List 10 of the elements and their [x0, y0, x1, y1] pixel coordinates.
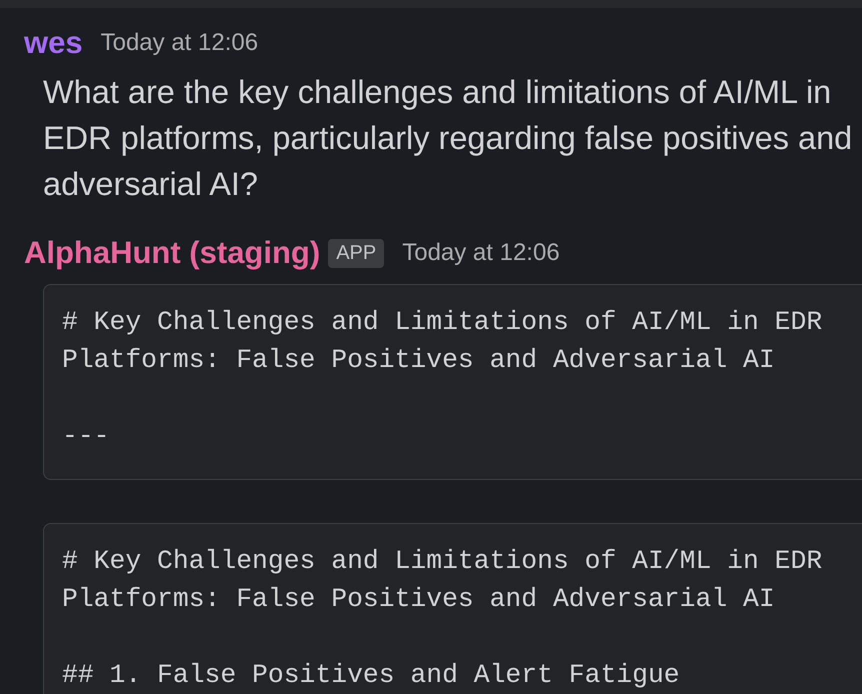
timestamp[interactable]: Today at 12:06 — [100, 29, 258, 57]
code-text: # Key Challenges and Limitations of AI/ML in EDR Platforms: False Positives and Adversarial AI — [62, 545, 824, 616]
code-text: ## 1. False Positives and Alert Fatigue — [62, 659, 681, 692]
author-name[interactable]: wes — [24, 25, 83, 61]
message-text: What are the key challenges and limitations of AI/ML in EDR platforms, particularly regarding false positives and adversarial AI? — [43, 73, 854, 204]
app-badge: APP — [328, 238, 384, 268]
code-text: --- — [62, 420, 111, 453]
author-name[interactable]: AlphaHunt (staging) — [24, 235, 320, 271]
timestamp[interactable]: Today at 12:06 — [402, 239, 560, 267]
code-text: # Key Challenges and Limitations of AI/ML in EDR Platforms: False Positives and Adversarial AI — [62, 306, 824, 377]
